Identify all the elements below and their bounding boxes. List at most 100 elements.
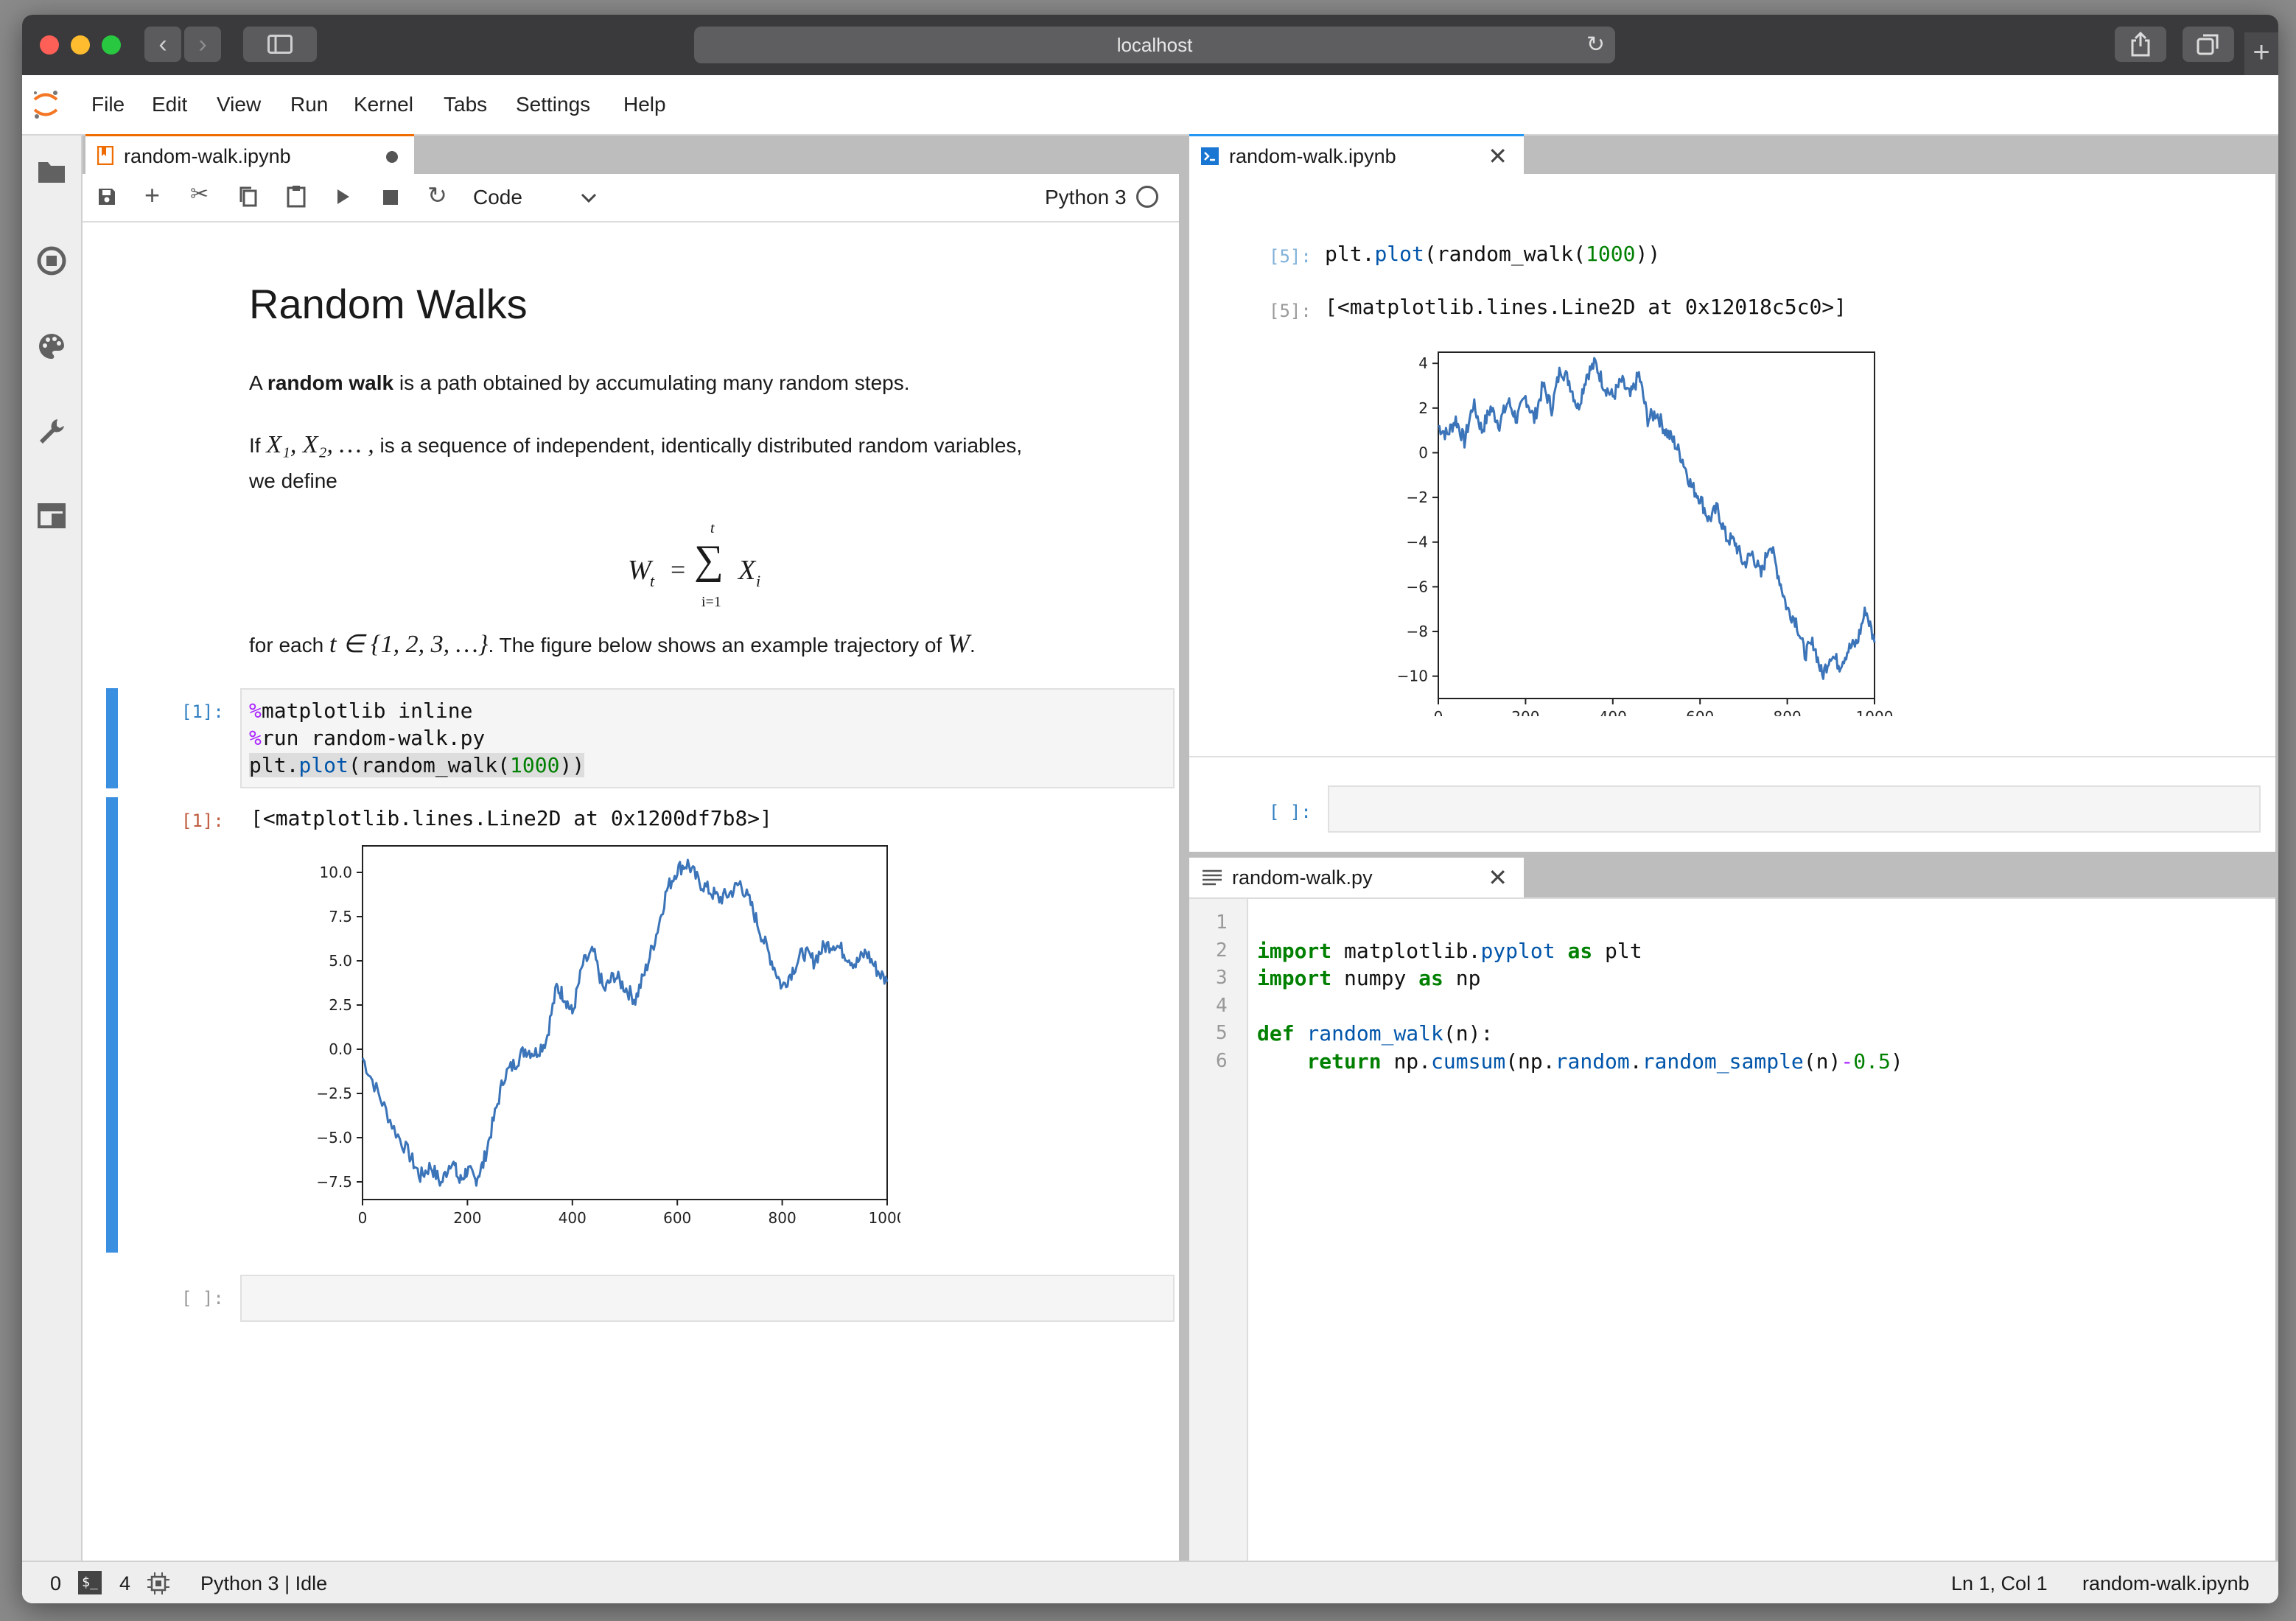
x-tick-label: 800 xyxy=(769,1209,797,1225)
palette-icon[interactable] xyxy=(35,332,68,364)
tabs-icon[interactable] xyxy=(35,503,68,535)
empty-code-cell[interactable] xyxy=(1328,785,2261,833)
file-editor[interactable]: 1 2 3 4 5 6 import matplotlib.pyplot as … xyxy=(1189,897,2275,1562)
menu-view[interactable]: View xyxy=(217,93,261,116)
y-tick-label: −8 xyxy=(1407,623,1428,640)
cursor-position[interactable]: Ln 1, Col 1 xyxy=(1951,1572,2048,1595)
kernel-name[interactable]: Python 3 xyxy=(1045,186,1127,209)
y-tick-label: −5.0 xyxy=(316,1129,352,1146)
random-walk-chart-right: 0 200 400 600 800 1000 4 2 0 −2 −4 −6 −8 −10 xyxy=(1397,351,1894,716)
empty-cell-prompt: [ ]: xyxy=(1269,802,1312,822)
cut-icon[interactable]: ✂ xyxy=(190,181,209,207)
browser-window: ‹ › localhost ↻ + File Edit View Run Ker… xyxy=(22,15,2278,1603)
output-text: [<matplotlib.lines.Line2D at 0x1200df7b8… xyxy=(251,806,773,830)
empty-code-cell[interactable] xyxy=(240,1275,1175,1322)
menu-tabs[interactable]: Tabs xyxy=(444,93,487,116)
add-cell-icon[interactable]: + xyxy=(144,180,160,211)
x-tick-label: 400 xyxy=(559,1209,587,1225)
kernel-status[interactable]: Python 3 | Idle xyxy=(200,1572,327,1595)
paste-icon[interactable] xyxy=(286,184,307,208)
tab-notebook-left[interactable]: random-walk.ipynb xyxy=(85,134,414,176)
y-tick-label: −6 xyxy=(1407,578,1428,595)
output-collapser[interactable] xyxy=(106,797,118,1253)
notebook-heading: Random Walks xyxy=(249,281,528,327)
x-tick-label: 800 xyxy=(1774,708,1802,716)
kernel-status-icon xyxy=(1136,186,1158,208)
forward-button[interactable]: › xyxy=(184,27,221,62)
unsaved-dot-icon[interactable] xyxy=(386,151,398,163)
tab-title: random-walk.ipynb xyxy=(1229,145,1396,167)
address-bar[interactable]: localhost ↻ xyxy=(694,27,1615,63)
plot-area xyxy=(1438,351,1875,699)
run-icon[interactable] xyxy=(336,189,351,205)
tab-notebook-right[interactable]: random-walk.ipynb ✕ xyxy=(1189,134,1524,176)
tab-title: random-walk.py xyxy=(1232,866,1373,889)
reload-icon[interactable]: ↻ xyxy=(1586,27,1605,63)
menu-kernel[interactable]: Kernel xyxy=(354,93,413,116)
menu-run[interactable]: Run xyxy=(290,93,328,116)
y-tick-label: 2 xyxy=(1418,399,1428,417)
status-count[interactable]: 0 xyxy=(50,1572,61,1595)
close-icon[interactable]: ✕ xyxy=(1488,858,1508,897)
save-icon[interactable] xyxy=(97,187,116,206)
x-tick-label: 400 xyxy=(1599,708,1627,716)
chevron-left-icon: ‹ xyxy=(158,30,167,58)
minimize-window-button[interactable] xyxy=(71,35,90,55)
line-numbers: 1 2 3 4 5 6 xyxy=(1216,911,1228,1072)
menu-file[interactable]: File xyxy=(91,93,125,116)
code-cell-source: %matplotlib inline %run random-walk.py p… xyxy=(249,699,585,777)
zoom-window-button[interactable] xyxy=(102,35,121,55)
back-button[interactable]: ‹ xyxy=(144,27,181,62)
cell-type-select[interactable]: Code xyxy=(473,181,606,214)
cell-collapser[interactable] xyxy=(106,688,118,788)
input-prompt: [5]: xyxy=(1269,246,1312,267)
plus-icon: + xyxy=(2253,36,2270,69)
input-prompt: [1]: xyxy=(181,701,224,722)
output-prompt: [5]: xyxy=(1269,301,1312,321)
y-tick-label: −7.5 xyxy=(316,1173,352,1191)
close-window-button[interactable] xyxy=(40,35,59,55)
menu-settings[interactable]: Settings xyxy=(516,93,590,116)
menu-help[interactable]: Help xyxy=(623,93,666,116)
console-icon xyxy=(1201,147,1219,165)
y-tick-label: 0.0 xyxy=(329,1040,352,1058)
share-button[interactable] xyxy=(2115,27,2166,62)
y-tick-label: −2 xyxy=(1407,489,1428,506)
x-tick-label: 200 xyxy=(1511,708,1539,716)
terminal-icon[interactable]: $_ xyxy=(78,1571,102,1594)
markdown-paragraph-1: A random walk is a path obtained by accu… xyxy=(249,371,910,394)
plot-area xyxy=(362,845,888,1200)
close-icon[interactable]: ✕ xyxy=(1488,136,1508,176)
x-tick-label: 600 xyxy=(1686,708,1714,716)
x-tick-label: 0 xyxy=(358,1209,368,1225)
notebook-toolbar: + ✂ ↻ Code Python 3 xyxy=(83,174,1179,223)
x-tick-label: 1000 xyxy=(1856,708,1894,716)
jupyter-logo xyxy=(33,91,58,119)
y-tick-label: −2.5 xyxy=(316,1085,352,1102)
menu-edit[interactable]: Edit xyxy=(152,93,187,116)
editor-source[interactable]: import matplotlib.pyplot as plt import n… xyxy=(1257,909,1903,1075)
running-icon[interactable] xyxy=(35,246,68,279)
menu-bar: File Edit View Run Kernel Tabs Settings … xyxy=(22,75,2278,136)
code-cell-source[interactable]: plt.plot(random_walk(1000)) xyxy=(1325,242,1660,266)
sidebar-toggle-button[interactable] xyxy=(243,27,317,62)
tabs-overview-button[interactable] xyxy=(2183,27,2234,62)
copy-icon[interactable] xyxy=(239,186,258,208)
current-file[interactable]: random-walk.ipynb xyxy=(2082,1572,2250,1595)
sidebar-icon xyxy=(267,35,293,54)
wrench-icon[interactable] xyxy=(35,417,68,449)
stop-icon[interactable] xyxy=(383,190,398,205)
code-cell-editor[interactable]: %matplotlib inline %run random-walk.py p… xyxy=(240,688,1175,788)
chip-icon[interactable] xyxy=(147,1572,169,1594)
y-tick-label: 7.5 xyxy=(329,908,352,925)
equation: W t = t ∑ i=1 X i xyxy=(628,520,761,610)
tab-editor[interactable]: random-walk.py ✕ xyxy=(1189,858,1524,897)
left-sidebar xyxy=(22,136,83,1581)
status-terminals[interactable]: 4 xyxy=(119,1572,130,1595)
folder-icon[interactable] xyxy=(35,159,68,192)
restart-icon[interactable]: ↻ xyxy=(427,181,447,209)
url-text: localhost xyxy=(1116,34,1193,56)
notebook-panel-left: + ✂ ↻ Code Python 3 Random Walks A rando… xyxy=(83,174,1179,1561)
new-tab-button[interactable]: + xyxy=(2244,32,2278,75)
notebook-panel-right: [5]: plt.plot(random_walk(1000)) [5]: [<… xyxy=(1189,174,2275,852)
